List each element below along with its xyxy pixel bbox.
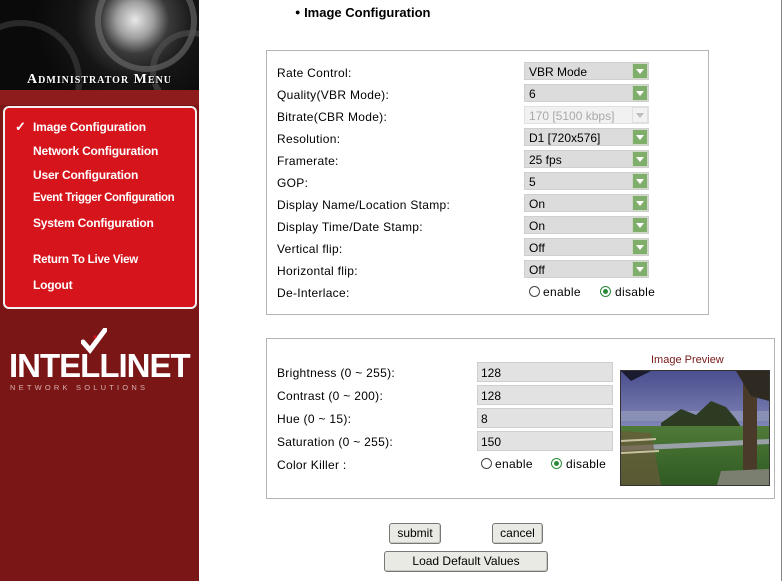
menu-item-label: Network Configuration [33, 144, 159, 158]
chevron-down-icon [632, 129, 648, 145]
chevron-down-icon [632, 85, 648, 101]
chevron-down-icon [632, 63, 648, 79]
submit-button[interactable]: submit [389, 523, 441, 544]
page-title-text: Image Configuration [304, 5, 431, 20]
vertical-flip-select[interactable]: Off [524, 238, 649, 256]
menu-item-event-trigger-configuration[interactable]: Event Trigger Configuration [33, 192, 175, 204]
name-stamp-select[interactable]: On [524, 194, 649, 212]
gop-label: GOP: [277, 176, 309, 190]
deinterlace-disable-label: disable [615, 285, 656, 299]
menu-item-image-configuration[interactable]: ✓ Image Configuration [15, 119, 146, 134]
hue-label: Hue (0 ~ 15): [277, 412, 352, 426]
brightness-input[interactable]: 128 [477, 362, 613, 382]
sidebar: Administrator Menu ✓ Image Configuration… [0, 0, 199, 581]
color-killer-disable-radio[interactable] [551, 458, 562, 469]
quality-select[interactable]: 6 [524, 84, 649, 102]
camera-preview-image [621, 371, 769, 485]
color-killer-label: Color Killer : [277, 458, 347, 472]
select-value: 170 [5100 kbps] [529, 109, 615, 123]
deinterlace-disable-radio[interactable] [600, 286, 611, 297]
rate-control-select[interactable]: VBR Mode [524, 62, 649, 80]
menu-item-user-configuration[interactable]: User Configuration [33, 168, 138, 182]
rate-control-label: Rate Control: [277, 66, 352, 80]
menu-item-logout[interactable]: Logout [33, 278, 73, 292]
bitrate-select: 170 [5100 kbps] [524, 106, 649, 124]
chevron-down-icon [632, 151, 648, 167]
logo-subtitle: NETWORK SOLUTIONS [10, 383, 149, 392]
menu-item-return-to-live-view[interactable]: Return To Live View [33, 254, 138, 266]
resolution-select[interactable]: D1 [720x576] [524, 128, 649, 146]
admin-menu-title: Administrator Menu [26, 72, 173, 87]
chevron-down-icon [632, 107, 648, 123]
select-value: Off [529, 241, 545, 255]
cancel-button[interactable]: cancel [492, 523, 543, 544]
menu-item-label: Image Configuration [33, 120, 146, 134]
select-value: On [529, 197, 546, 211]
select-value: D1 [720x576] [529, 131, 601, 145]
color-killer-enable-radio[interactable] [481, 458, 492, 469]
contrast-input[interactable]: 128 [477, 385, 613, 405]
load-default-values-button[interactable]: Load Default Values [384, 551, 548, 572]
saturation-label: Saturation (0 ~ 255): [277, 435, 394, 449]
gop-select[interactable]: 5 [524, 172, 649, 190]
name-stamp-label: Display Name/Location Stamp: [277, 198, 451, 212]
menu-item-label: Return To Live View [33, 254, 139, 266]
select-value: VBR Mode [529, 65, 588, 79]
bitrate-label: Bitrate(CBR Mode): [277, 110, 388, 124]
check-icon: ✓ [15, 119, 26, 134]
menu-item-label: User Configuration [33, 168, 139, 182]
horizontal-flip-label: Horizontal flip: [277, 264, 358, 278]
bullet-icon: ● [295, 7, 301, 17]
intellinet-logo: INTELLINET NETWORK SOLUTIONS [0, 325, 199, 415]
logo-name: INTELLINET [9, 347, 191, 384]
color-killer-disable-label: disable [566, 457, 607, 471]
hue-input[interactable]: 8 [477, 408, 613, 428]
contrast-label: Contrast (0 ~ 200): [277, 389, 384, 403]
page-title: ● Image Configuration [295, 5, 430, 20]
deinterlace-enable-label: enable [543, 285, 581, 299]
select-value: 5 [529, 175, 536, 189]
chevron-down-icon [632, 239, 648, 255]
select-value: On [529, 219, 546, 233]
menu-item-system-configuration[interactable]: System Configuration [33, 216, 154, 230]
image-preview [620, 370, 770, 486]
chevron-down-icon [632, 173, 648, 189]
chevron-down-icon [632, 217, 648, 233]
header-divider [0, 90, 199, 105]
vertical-flip-label: Vertical flip: [277, 242, 343, 256]
menu-item-network-configuration[interactable]: Network Configuration [33, 144, 158, 158]
chevron-down-icon [632, 195, 648, 211]
quality-label: Quality(VBR Mode): [277, 88, 390, 102]
menu-item-label: Event Trigger Configuration [33, 192, 175, 204]
resolution-label: Resolution: [277, 132, 341, 146]
deinterlace-enable-radio[interactable] [529, 286, 540, 297]
select-value: 6 [529, 87, 536, 101]
framerate-label: Framerate: [277, 154, 339, 168]
framerate-select[interactable]: 25 fps [524, 150, 649, 168]
chevron-down-icon [632, 261, 648, 277]
brightness-label: Brightness (0 ~ 255): [277, 366, 396, 380]
deinterlace-label: De-Interlace: [277, 286, 350, 300]
select-value: Off [529, 263, 545, 277]
menu-item-label: System Configuration [33, 216, 154, 230]
select-value: 25 fps [529, 153, 562, 167]
menu-item-label: Logout [33, 278, 73, 292]
admin-menu: ✓ Image Configuration Network Configurat… [3, 106, 197, 309]
horizontal-flip-select[interactable]: Off [524, 260, 649, 278]
time-stamp-select[interactable]: On [524, 216, 649, 234]
image-preview-title: Image Preview [651, 354, 724, 366]
saturation-input[interactable]: 150 [477, 431, 613, 451]
time-stamp-label: Display Time/Date Stamp: [277, 220, 423, 234]
color-killer-enable-label: enable [495, 457, 533, 471]
